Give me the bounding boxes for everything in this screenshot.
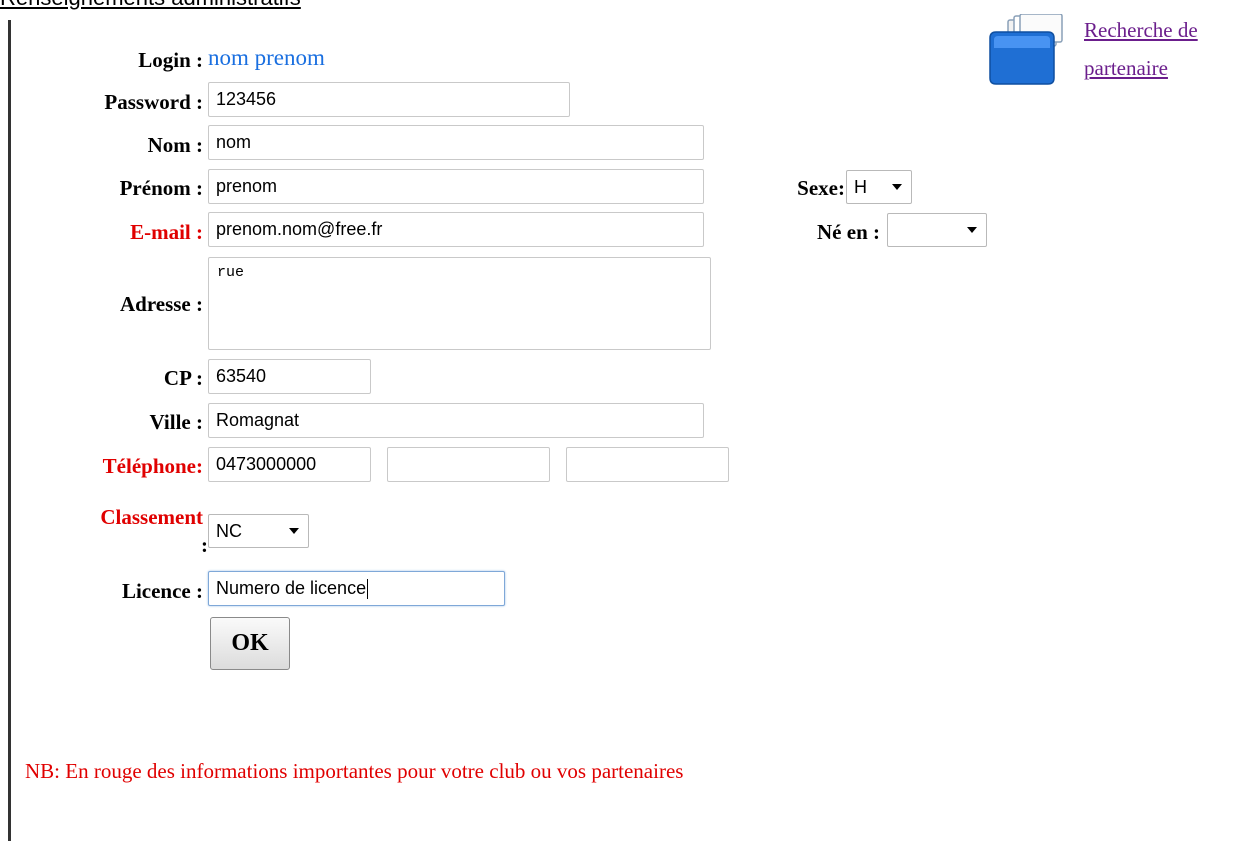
sexe-selected-value: H bbox=[854, 177, 867, 197]
licence-label: Licence : bbox=[121, 579, 203, 603]
adresse-textarea[interactable]: rue bbox=[208, 257, 711, 350]
partner-search-link[interactable]: Recherche de partenaire bbox=[988, 13, 1239, 94]
cp-input[interactable]: 63540 bbox=[208, 359, 371, 394]
ok-button[interactable]: OK bbox=[210, 617, 290, 670]
text-cursor bbox=[367, 579, 369, 600]
login-value: nom prenom bbox=[208, 45, 325, 70]
password-label: Password : bbox=[104, 90, 203, 114]
chevron-down-icon bbox=[892, 171, 902, 203]
email-input[interactable]: prenom.nom@free.fr bbox=[208, 212, 704, 247]
nom-input[interactable]: nom bbox=[208, 125, 704, 160]
licence-input[interactable]: Numero de licence bbox=[208, 571, 505, 606]
partner-search-label-2[interactable]: partenaire bbox=[1084, 52, 1168, 84]
footer-note: NB: En rouge des informations importante… bbox=[25, 759, 684, 783]
nom-label: Nom : bbox=[147, 133, 203, 157]
telephone-label: Téléphone: bbox=[102, 454, 203, 478]
sexe-label: Sexe: bbox=[797, 176, 845, 200]
chevron-down-icon bbox=[289, 515, 299, 547]
partner-search-label-1[interactable]: Recherche de bbox=[1084, 14, 1198, 46]
folder-icon bbox=[988, 13, 1074, 86]
classement-select[interactable]: NC bbox=[208, 514, 309, 548]
cp-label: CP : bbox=[163, 366, 203, 390]
telephone-input-2[interactable] bbox=[387, 447, 550, 482]
sexe-select[interactable]: H bbox=[846, 170, 912, 204]
telephone-input-1[interactable]: 0473000000 bbox=[208, 447, 371, 482]
prenom-input[interactable]: prenom bbox=[208, 169, 704, 204]
adresse-label: Adresse : bbox=[119, 292, 203, 316]
birth-year-select[interactable] bbox=[887, 213, 987, 247]
section-title: Renseignements administratifs bbox=[0, 0, 301, 11]
password-input[interactable]: 123456 bbox=[208, 82, 570, 117]
telephone-input-3[interactable] bbox=[566, 447, 729, 482]
email-label: E-mail : bbox=[130, 220, 203, 244]
prenom-label: Prénom : bbox=[119, 176, 203, 200]
chevron-down-icon bbox=[967, 214, 977, 246]
left-border bbox=[8, 20, 11, 841]
ville-label: Ville : bbox=[149, 410, 203, 434]
classement-selected-value: NC bbox=[216, 521, 242, 541]
classement-label-colon: : bbox=[201, 533, 208, 557]
ville-input[interactable]: Romagnat bbox=[208, 403, 704, 438]
birth-year-label: Né en : bbox=[817, 220, 880, 244]
classement-label: Classement bbox=[100, 505, 203, 529]
licence-value: Numero de licence bbox=[216, 578, 367, 598]
login-label: Login : bbox=[138, 48, 203, 72]
